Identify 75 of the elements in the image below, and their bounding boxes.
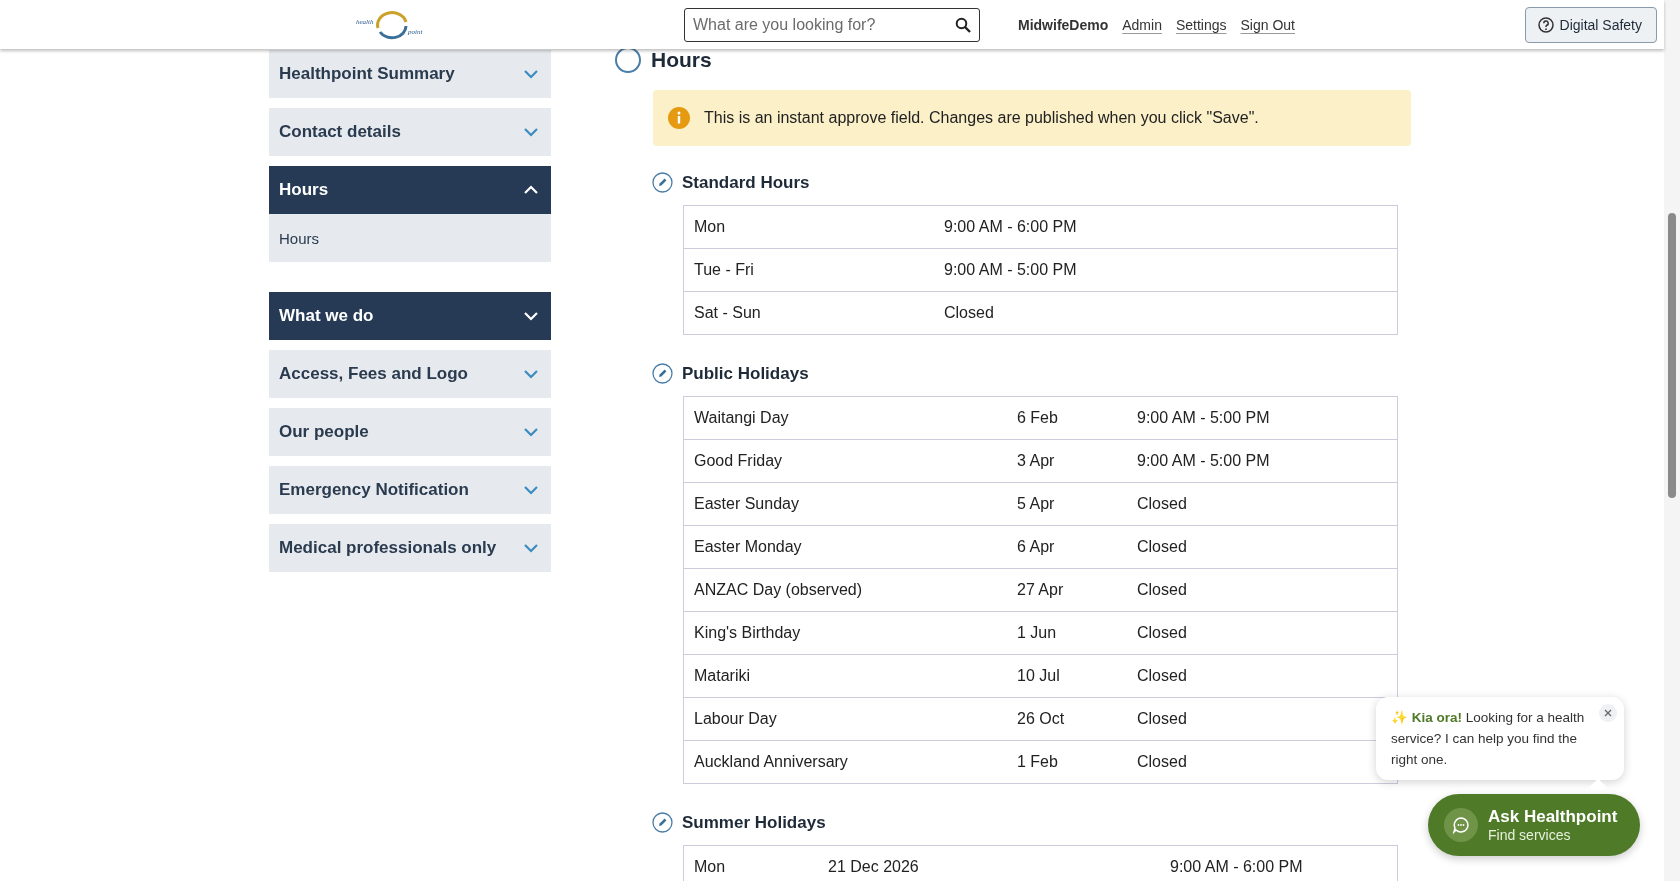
table-cell-text: 1 Feb [1017, 753, 1059, 771]
chevron-icon [523, 69, 539, 79]
table-cell-text: 9:00 AM - 6:00 PM [944, 218, 1078, 236]
search-field[interactable]: What are you looking for? [684, 7, 980, 42]
table-cell-text: 9:00 AM - 5:00 PM [944, 261, 1078, 279]
circle-icon [615, 47, 641, 73]
nav-link[interactable]: Admin [1122, 16, 1162, 33]
sidebar-item[interactable]: Medical professionals only [269, 524, 551, 572]
table-cell-text: 9:00 AM - 5:00 PM [1137, 452, 1271, 470]
sidebar-item[interactable]: Healthpoint Summary [269, 50, 551, 98]
chevron-icon [523, 543, 539, 553]
nav-link[interactable]: Sign Out [1240, 16, 1295, 33]
sidebar-item[interactable]: What we do [269, 292, 551, 340]
search-icon[interactable] [955, 16, 971, 33]
table-cell-text: 26 Oct [1017, 710, 1066, 728]
edit-icon[interactable] [652, 172, 673, 193]
table-cell-text: Matariki [694, 667, 751, 685]
scrollbar[interactable] [1664, 0, 1680, 881]
table-cell-text: 9:00 AM - 5:00 PM [1137, 409, 1271, 427]
table-cell-text: Easter Monday [694, 538, 803, 556]
table-cell-text: 9:00 AM - 6:00 PM [1170, 858, 1304, 876]
table-cell-text: Waitangi Day [694, 409, 790, 427]
chevron-icon [523, 485, 539, 495]
notice-text: This is an instant approve field. Changes are published when you click "Save". [704, 109, 1259, 127]
table-cell-text: 27 Apr [1017, 581, 1065, 599]
chevron-icon [523, 311, 539, 321]
chevron-icon [523, 127, 539, 137]
chevron-icon [523, 369, 539, 379]
section-heading: Summer Holidays [682, 812, 826, 833]
info-icon [668, 107, 690, 129]
table-cell-text: Good Friday [694, 452, 784, 470]
section-heading: Standard Hours [682, 172, 810, 193]
digital-safety-button[interactable]: Digital Safety [1524, 6, 1657, 43]
table-cell-text: Easter Sunday [694, 495, 800, 513]
sidebar-item[interactable]: Our people [269, 408, 551, 456]
table-cell-text: Closed [1137, 538, 1188, 556]
table-cell-text: Closed [944, 304, 995, 322]
sidebar-subitem[interactable]: Hours [269, 214, 551, 262]
table-cell-text: Tue - Fri [694, 261, 755, 279]
sidebar-item[interactable]: Access, Fees and Logo [269, 350, 551, 398]
page-heading: Hours [651, 48, 712, 72]
sidebar-item[interactable]: Emergency Notification [269, 466, 551, 514]
table-cell-text: ANZAC Day (observed) [694, 581, 864, 599]
table-cell-text: Mon [694, 858, 727, 876]
chevron-icon [523, 185, 539, 195]
edit-icon[interactable] [652, 812, 673, 833]
sidebar-item[interactable]: Hours [269, 166, 551, 214]
help-icon [1537, 16, 1554, 33]
table-cell-text: Sat - Sun [694, 304, 762, 322]
table-cell-text: King's Birthday [694, 624, 802, 642]
table-cell-text: 6 Feb [1017, 409, 1059, 427]
user-name: MidwifeDemo [1018, 16, 1109, 33]
nav-link[interactable]: Settings [1175, 16, 1227, 33]
table-cell-text: Closed [1137, 495, 1188, 513]
chat-icon [1452, 816, 1470, 834]
table-cell-text: Auckland Anniversary [694, 753, 849, 771]
table-cell-text: 3 Apr [1017, 452, 1056, 470]
edit-icon[interactable] [652, 363, 673, 384]
table-cell-text: Labour Day [694, 710, 778, 728]
table-cell-text: 10 Jul [1017, 667, 1061, 685]
chevron-icon [523, 427, 539, 437]
table-cell-text: Closed [1137, 667, 1188, 685]
table-cell-text: Mon [694, 218, 727, 236]
table-cell-text: 21 Dec 2026 [828, 858, 920, 876]
table-cell-text: Closed [1137, 710, 1188, 728]
table-cell-text: Closed [1137, 624, 1188, 642]
close-icon[interactable] [1599, 704, 1617, 722]
table-cell-text: 1 Jun [1017, 624, 1058, 642]
ask-healthpoint-button[interactable]: Ask Healthpoint Find services [1428, 794, 1640, 856]
table-cell-text: Closed [1137, 581, 1188, 599]
section-heading: Public Holidays [682, 363, 809, 384]
table-cell-text: 6 Apr [1017, 538, 1056, 556]
table-cell-text: 5 Apr [1017, 495, 1056, 513]
sidebar-item[interactable]: Contact details [269, 108, 551, 156]
chat-message: ✨ Kia ora! Looking for a health service? I can help you find the right one. [1391, 709, 1586, 769]
